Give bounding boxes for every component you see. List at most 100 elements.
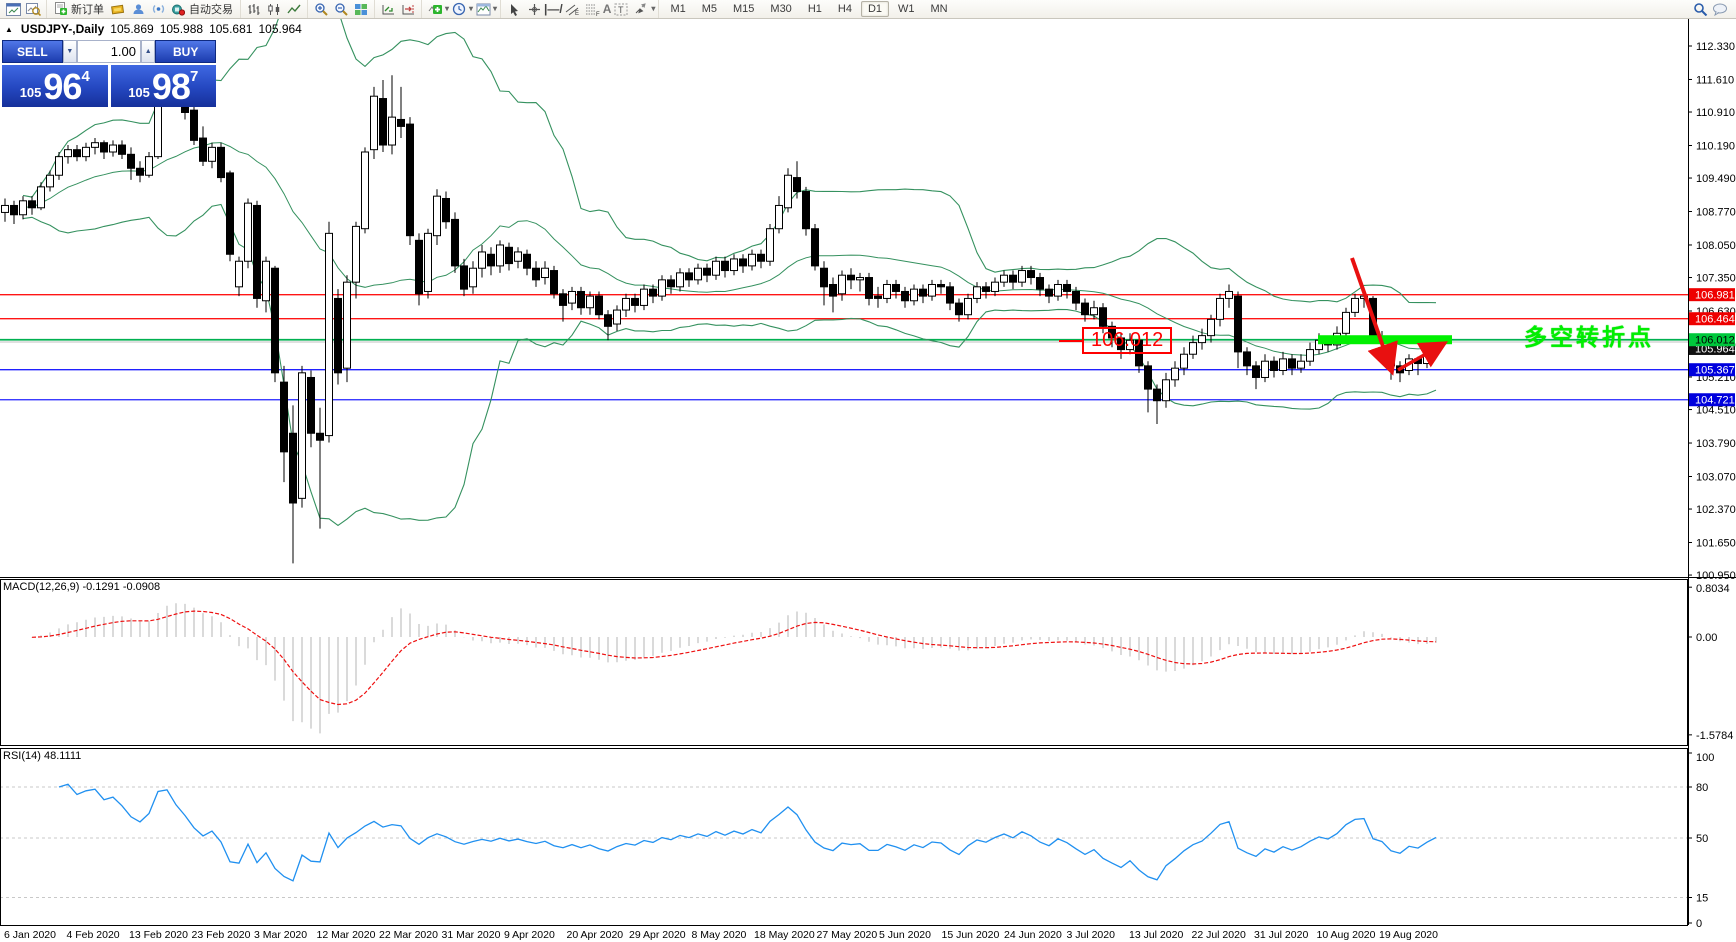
timeframe-m30[interactable]: M30 — [763, 1, 798, 17]
svg-text:22 Jul 2020: 22 Jul 2020 — [1192, 929, 1246, 941]
svg-text:5 Jun 2020: 5 Jun 2020 — [879, 929, 931, 941]
autotrading-label[interactable]: 自动交易 — [189, 1, 233, 17]
search-icon[interactable] — [1691, 1, 1709, 17]
timeframe-m5[interactable]: M5 — [695, 1, 724, 17]
zoom-in-icon[interactable] — [312, 1, 330, 17]
community-icon[interactable] — [129, 1, 147, 17]
new-chart-icon[interactable] — [4, 1, 22, 17]
tile-windows-icon[interactable] — [352, 1, 370, 17]
new-order-label[interactable]: 新订单 — [71, 1, 104, 17]
arrows-dropdown-icon[interactable]: ▾ — [651, 2, 655, 16]
chat-icon[interactable] — [1711, 1, 1729, 17]
svg-text:T: T — [618, 5, 624, 15]
svg-text:31 Mar 2020: 31 Mar 2020 — [442, 929, 501, 941]
svg-text:100: 100 — [1696, 752, 1714, 764]
line-chart-icon[interactable] — [285, 1, 303, 17]
svg-text:-1.5784: -1.5784 — [1696, 730, 1733, 742]
timeframe-m1[interactable]: M1 — [663, 1, 692, 17]
signals-icon[interactable] — [149, 1, 167, 17]
svg-text:108.770: 108.770 — [1696, 207, 1736, 219]
svg-text:0.00: 0.00 — [1696, 632, 1717, 644]
main-toolbar: 新订单 自动交易 ▾ ▾ ▾ | — / E F A T ▾ — [0, 0, 1736, 19]
svg-text:107.350: 107.350 — [1696, 273, 1736, 285]
svg-text:10 Aug 2020: 10 Aug 2020 — [1317, 929, 1376, 941]
arrows-tool-icon[interactable] — [632, 1, 650, 17]
svg-text:19 Aug 2020: 19 Aug 2020 — [1379, 929, 1438, 941]
buy-button[interactable]: BUY — [155, 40, 216, 63]
buy-price-prefix: 105 — [128, 85, 150, 100]
text-label-icon[interactable]: T — [612, 1, 630, 17]
svg-text:105.367: 105.367 — [1695, 365, 1735, 377]
volume-decrease-button[interactable]: ▼ — [63, 40, 77, 63]
trendline-icon[interactable]: / — [559, 2, 562, 16]
ohlc-close: 105.964 — [258, 22, 301, 36]
fibonacci-icon[interactable]: F — [584, 1, 602, 17]
auto-scroll-icon[interactable] — [379, 1, 397, 17]
ohlc-high: 105.988 — [160, 22, 203, 36]
callout-dash — [1059, 340, 1082, 342]
one-click-collapse-icon[interactable]: ▲ — [5, 25, 13, 34]
metaeditor-icon[interactable] — [109, 1, 127, 17]
svg-text:111.610: 111.610 — [1696, 74, 1734, 86]
sell-price-box[interactable]: 105 96 4 — [2, 63, 108, 107]
svg-text:110.910: 110.910 — [1696, 107, 1735, 119]
svg-text:29 Apr 2020: 29 Apr 2020 — [629, 929, 686, 941]
candlestick-icon[interactable] — [265, 1, 283, 17]
timeframe-m15[interactable]: M15 — [726, 1, 761, 17]
turning-point-highlight[interactable] — [1318, 335, 1452, 344]
volume-input[interactable] — [77, 40, 141, 63]
sell-button[interactable]: SELL — [2, 40, 63, 63]
chart-shift-icon[interactable] — [399, 1, 417, 17]
timeframe-w1[interactable]: W1 — [891, 1, 922, 17]
timeframe-d1[interactable]: D1 — [861, 1, 889, 17]
svg-text:27 May 2020: 27 May 2020 — [817, 929, 878, 941]
buy-price-big: 98 — [152, 68, 190, 106]
trading-chart[interactable]: 112.330111.610110.910110.190109.490108.7… — [0, 0, 1736, 942]
autotrading-icon[interactable] — [169, 1, 187, 17]
timeframe-mn[interactable]: MN — [924, 1, 955, 17]
timeframe-h1[interactable]: H1 — [801, 1, 829, 17]
svg-text:100.950: 100.950 — [1696, 570, 1736, 582]
svg-text:15: 15 — [1696, 893, 1708, 905]
periods-icon[interactable] — [450, 1, 468, 17]
cursor-icon[interactable] — [505, 1, 523, 17]
horizontal-line-icon[interactable]: — — [547, 2, 559, 16]
buy-price-box[interactable]: 105 98 7 — [111, 63, 217, 107]
svg-text:18 May 2020: 18 May 2020 — [754, 929, 815, 941]
indicators-icon[interactable] — [426, 1, 444, 17]
timeframe-group: M1M5M15M30H1H4D1W1MN — [658, 0, 958, 18]
price-callout-label[interactable]: 106.012 — [1082, 327, 1172, 354]
svg-text:80: 80 — [1696, 782, 1708, 794]
svg-text:13 Jul 2020: 13 Jul 2020 — [1129, 929, 1183, 941]
timeframe-h4[interactable]: H4 — [831, 1, 859, 17]
svg-text:102.370: 102.370 — [1696, 504, 1736, 516]
svg-text:50: 50 — [1696, 833, 1708, 845]
channel-icon[interactable]: E — [564, 1, 582, 17]
svg-text:20 Apr 2020: 20 Apr 2020 — [567, 929, 624, 941]
svg-text:103.790: 103.790 — [1696, 438, 1736, 450]
sell-price-prefix: 105 — [20, 85, 42, 100]
bar-chart-icon[interactable] — [245, 1, 263, 17]
volume-increase-button[interactable]: ▲ — [141, 40, 155, 63]
svg-text:13 Feb 2020: 13 Feb 2020 — [129, 929, 188, 941]
sell-price-big: 96 — [43, 68, 81, 106]
svg-text:8 May 2020: 8 May 2020 — [692, 929, 747, 941]
svg-text:4 Feb 2020: 4 Feb 2020 — [67, 929, 120, 941]
symbol-title: USDJPY-,Daily — [21, 22, 104, 36]
crosshair-icon[interactable] — [525, 1, 543, 17]
turning-point-label[interactable]: 多空转折点 — [1524, 318, 1654, 352]
periods-dropdown-icon[interactable]: ▾ — [469, 2, 473, 16]
svg-text:108.050: 108.050 — [1696, 240, 1736, 252]
svg-text:31 Jul 2020: 31 Jul 2020 — [1254, 929, 1308, 941]
text-tool-icon[interactable]: A — [603, 2, 612, 16]
svg-text:23 Feb 2020: 23 Feb 2020 — [192, 929, 251, 941]
date-axis[interactable]: 6 Jan 20204 Feb 202013 Feb 202023 Feb 20… — [4, 929, 1438, 941]
svg-text:3 Jul 2020: 3 Jul 2020 — [1067, 929, 1116, 941]
new-order-icon[interactable] — [51, 1, 69, 17]
templates-icon[interactable] — [474, 1, 492, 17]
indicators-dropdown-icon[interactable]: ▾ — [445, 2, 449, 16]
profiles-icon[interactable] — [24, 1, 42, 17]
templates-dropdown-icon[interactable]: ▾ — [493, 2, 497, 16]
svg-text:0: 0 — [1696, 918, 1702, 930]
zoom-out-icon[interactable] — [332, 1, 350, 17]
